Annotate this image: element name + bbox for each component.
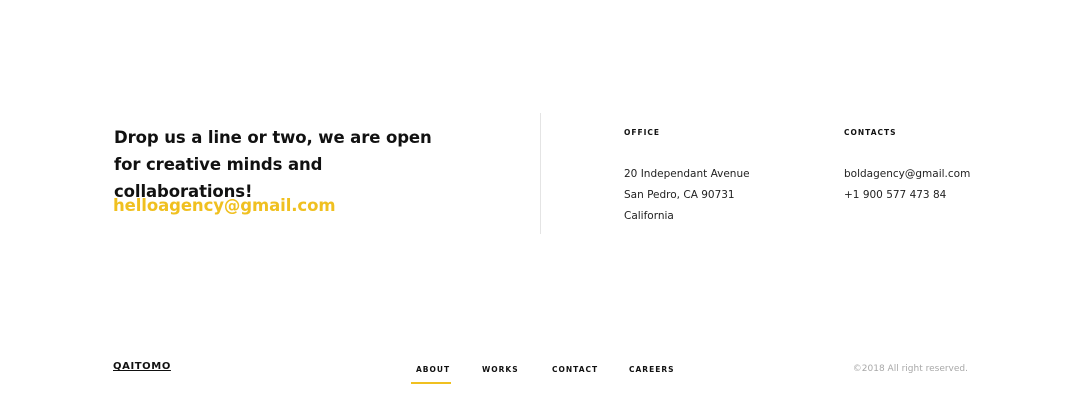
office-address: 20 Independant Avenue San Pedro, CA 9073… bbox=[624, 164, 750, 227]
nav-item-careers[interactable]: CAREERS bbox=[624, 360, 694, 384]
nav-item-label: CONTACT bbox=[552, 365, 599, 374]
office-address-line: San Pedro, CA 90731 bbox=[624, 189, 735, 201]
contacts-list: boldagency@gmail.com +1 900 577 473 84 bbox=[844, 164, 970, 206]
nav-item-contact[interactable]: CONTACT bbox=[547, 360, 624, 384]
contact-email-link[interactable]: helloagency@gmail.com bbox=[113, 196, 336, 215]
contacts-phone[interactable]: +1 900 577 473 84 bbox=[844, 185, 970, 206]
nav-item-works[interactable]: WORKS bbox=[477, 360, 547, 384]
footer-contact-section: Drop us a line or two, we are open for c… bbox=[0, 0, 1080, 413]
site-logo[interactable]: QAITOMO bbox=[113, 361, 171, 372]
nav-item-label: CAREERS bbox=[629, 365, 675, 374]
nav-item-label: ABOUT bbox=[416, 365, 451, 374]
active-underline bbox=[411, 382, 451, 384]
nav-item-about[interactable]: ABOUT bbox=[411, 360, 477, 384]
office-heading: OFFICE bbox=[624, 128, 661, 137]
office-address-line: California bbox=[624, 210, 674, 222]
copyright-text: ©2018 All right reserved. bbox=[852, 364, 968, 374]
contacts-heading: CONTACTS bbox=[844, 128, 897, 137]
nav-item-label: WORKS bbox=[482, 365, 519, 374]
footer-nav: ABOUT WORKS CONTACT CAREERS bbox=[411, 360, 694, 384]
contacts-email[interactable]: boldagency@gmail.com bbox=[844, 164, 970, 185]
contacts-column: CONTACTS boldagency@gmail.com +1 900 577… bbox=[844, 128, 970, 206]
office-column: OFFICE 20 Independant Avenue San Pedro, … bbox=[624, 128, 750, 227]
vertical-divider bbox=[540, 113, 541, 234]
contact-headline: Drop us a line or two, we are open for c… bbox=[114, 128, 432, 201]
office-address-line: 20 Independant Avenue bbox=[624, 168, 750, 180]
